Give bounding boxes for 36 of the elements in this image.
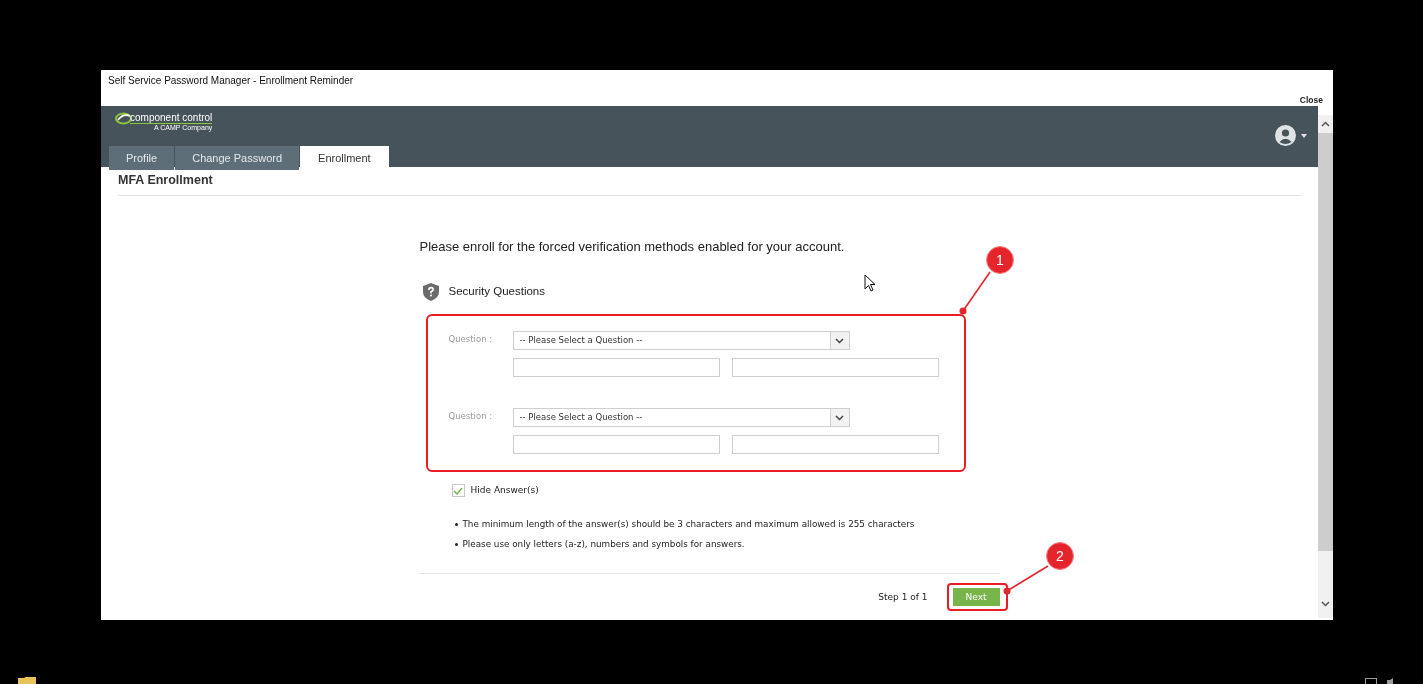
checkbox[interactable] <box>451 484 465 497</box>
note-text: The minimum length of the answer(s) should be 3 characters and maximum allowed is 255 characters <box>462 518 915 530</box>
caret-icon[interactable] <box>1301 133 1307 138</box>
chevron-icon <box>829 409 849 426</box>
scrollbar-thumb[interactable] <box>1318 133 1333 551</box>
question-select[interactable]: -- Please Select a Question -- <box>512 331 850 350</box>
answer-field[interactable] <box>512 358 720 377</box>
section-title: Security Questions <box>448 286 545 298</box>
mouse-pointer-icon <box>864 274 876 292</box>
intro-text: Please enroll for the forced verification methods enabled for your account. <box>419 239 846 254</box>
window-title: Self Service Password Manager - Enrollment Reminder <box>107 74 355 86</box>
answer-field[interactable] <box>512 435 720 454</box>
question-label: Question : <box>448 410 494 423</box>
answer-field[interactable] <box>731 435 939 454</box>
scrollbar-track[interactable] <box>1318 115 1333 618</box>
check-icon <box>453 486 463 495</box>
question-label: Question : <box>448 333 494 346</box>
logo-wordmark: component control <box>130 112 213 124</box>
bullet-icon <box>454 542 458 546</box>
tab[interactable]: Profile <box>109 146 175 170</box>
monitor-icon[interactable] <box>1365 678 1377 684</box>
step-indicator: Step 1 of 1 <box>878 592 928 602</box>
close-link[interactable]: Close <box>1299 95 1323 104</box>
logo-swoosh-icon <box>115 112 132 125</box>
chevron-icon <box>829 332 849 349</box>
tab[interactable]: Change Password <box>175 146 300 170</box>
question-select[interactable]: -- Please Select a Question -- <box>512 408 850 427</box>
answer-field[interactable] <box>731 358 939 377</box>
note-text: Please use only letters (a-z), numbers and symbols for answers. <box>462 538 745 550</box>
page-title: MFA Enrollment <box>117 172 214 188</box>
user-avatar-icon[interactable] <box>1275 125 1296 146</box>
folder-icon[interactable] <box>18 677 36 684</box>
tab[interactable]: Enrollment <box>300 146 389 170</box>
hide-answers-label: Hide Answer(s) <box>470 486 539 495</box>
bullet-icon <box>454 522 458 526</box>
shield-question-icon <box>422 283 439 301</box>
